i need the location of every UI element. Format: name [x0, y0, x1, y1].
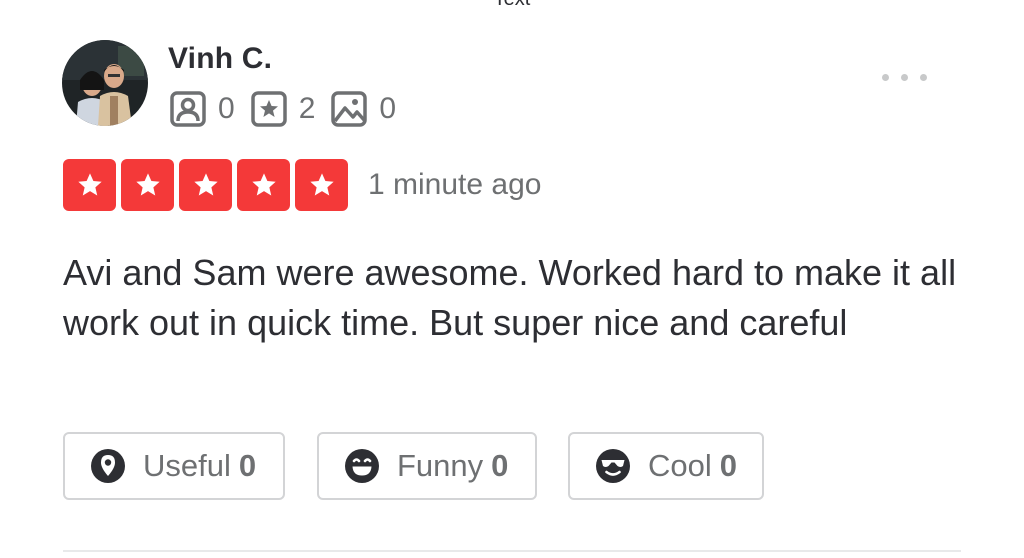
star-3 — [179, 159, 232, 211]
photos-stat: 0 — [331, 91, 396, 127]
star-1 — [63, 159, 116, 211]
funny-label: Funny — [397, 448, 484, 483]
friends-count: 0 — [218, 92, 235, 125]
star-2 — [121, 159, 174, 211]
review-text: Avi and Sam were awesome. Worked hard to… — [63, 252, 957, 343]
star-icon — [251, 173, 276, 196]
star-icon — [309, 173, 334, 196]
funny-button[interactable]: Funny 0 — [317, 432, 537, 500]
user-stats: 0 2 0 — [170, 90, 412, 128]
star-rating — [63, 159, 353, 211]
funny-count: 0 — [491, 448, 509, 483]
divider — [63, 550, 961, 552]
friends-icon — [170, 91, 206, 127]
star-icon — [77, 173, 102, 196]
useful-icon — [89, 447, 143, 485]
reviews-count: 2 — [298, 92, 316, 125]
reviews-stat: 2 — [250, 91, 316, 127]
cool-button[interactable]: Cool 0 — [568, 432, 764, 500]
star-icon — [135, 173, 160, 196]
sunglasses-face-icon — [594, 447, 648, 485]
more-dots-icon — [881, 73, 889, 81]
star-5 — [295, 159, 348, 211]
funny-face-icon — [343, 447, 397, 485]
more-options-button[interactable] — [872, 62, 936, 92]
top-cut-label: Text — [0, 0, 1024, 11]
star-icon — [193, 173, 218, 196]
photos-count: 0 — [379, 92, 397, 125]
cool-label: Cool — [648, 448, 712, 483]
cool-count: 0 — [719, 448, 738, 483]
user-name[interactable]: Vinh C. — [168, 42, 272, 76]
photo-icon — [331, 91, 368, 127]
useful-button[interactable]: Useful 0 — [63, 432, 285, 500]
useful-count: 0 — [238, 448, 257, 483]
star-4 — [237, 159, 290, 211]
friends-stat: 0 — [170, 91, 235, 127]
useful-label: Useful — [143, 448, 231, 483]
avatar[interactable] — [62, 40, 148, 126]
review-time: 1 minute ago — [368, 168, 542, 201]
star-review-icon — [250, 91, 287, 127]
